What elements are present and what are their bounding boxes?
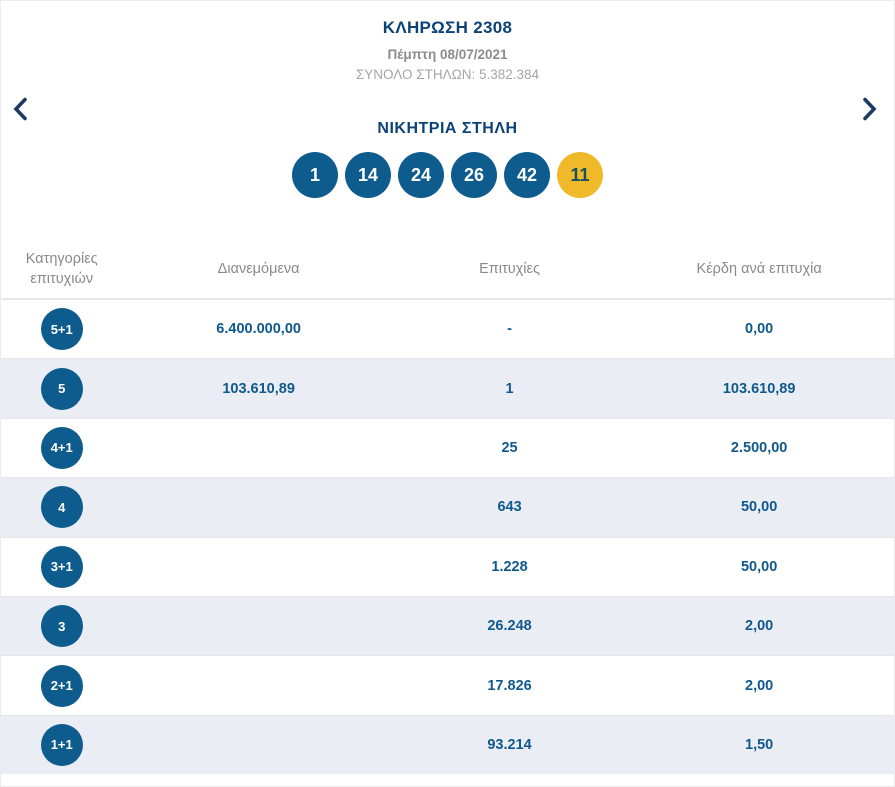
winners-value: - — [507, 321, 512, 338]
winners-value: 26.248 — [487, 618, 532, 635]
category-badge: 4+1 — [40, 426, 83, 469]
table-row: 4 643 50,00 — [1, 477, 894, 537]
header-distributed: Διανεμόμενα — [217, 260, 300, 277]
header-winners: Επιτυχίες — [479, 260, 540, 277]
winners-value: 1 — [505, 380, 514, 397]
category-badge: 2+1 — [40, 664, 83, 707]
prizes-table: Κατηγορίες επιτυχιών Διανεμόμενα Επιτυχί… — [1, 241, 894, 775]
category-badge: 1+1 — [40, 723, 83, 766]
category-badge: 3 — [40, 605, 83, 648]
prize-value: 50,00 — [740, 499, 778, 516]
winners-value: 643 — [497, 499, 522, 516]
distributed-value: 103.610,89 — [222, 380, 295, 397]
next-draw-button[interactable] — [854, 95, 884, 125]
number-ball: 42 — [504, 152, 550, 198]
category-badge: 5+1 — [40, 308, 83, 351]
winners-value: 25 — [501, 439, 518, 456]
winners-value: 1.228 — [491, 558, 528, 575]
draw-date: Πέμπτη 08/07/2021 — [387, 47, 508, 62]
table-row: 1+1 93.214 1,50 — [1, 714, 894, 775]
number-ball: 1 — [292, 152, 338, 198]
table-row: 4+1 25 2.500,00 — [1, 417, 894, 477]
previous-draw-button[interactable] — [5, 95, 35, 125]
number-ball: 24 — [398, 152, 444, 198]
category-badge: 4 — [40, 486, 83, 529]
number-ball: 26 — [451, 152, 497, 198]
table-row: 5 103.610,89 1 103.610,89 — [1, 358, 894, 418]
draw-header: ΚΛΗΡΩΣΗ 2308 Πέμπτη 08/07/2021 ΣΥΝΟΛΟ ΣΤ… — [1, 1, 894, 82]
category-badge: 5 — [40, 367, 83, 410]
table-row: 3+1 1.228 50,00 — [1, 536, 894, 596]
prize-value: 0,00 — [745, 321, 774, 338]
prize-value: 2,00 — [745, 618, 774, 635]
winning-numbers: 1 14 24 26 42 11 — [1, 152, 894, 198]
table-row: 5+1 6.400.000,00 - 0,00 — [1, 299, 894, 358]
distributed-value: 6.400.000,00 — [216, 321, 301, 338]
table-row: 3 26.248 2,00 — [1, 595, 894, 656]
winners-value: 17.826 — [487, 677, 532, 694]
prize-value: 50,00 — [740, 558, 778, 575]
prize-value: 2,00 — [745, 677, 774, 694]
total-columns: ΣΥΝΟΛΟ ΣΤΗΛΩΝ: 5.382.384 — [355, 67, 540, 82]
draw-results-page: ΚΛΗΡΩΣΗ 2308 Πέμπτη 08/07/2021 ΣΥΝΟΛΟ ΣΤ… — [0, 0, 895, 787]
draw-title: ΚΛΗΡΩΣΗ 2308 — [382, 18, 513, 37]
table-row: 2+1 17.826 2,00 — [1, 655, 894, 714]
chevron-right-icon — [862, 97, 877, 124]
prize-value: 2.500,00 — [730, 439, 788, 456]
chevron-left-icon — [13, 97, 28, 124]
winning-column-title: ΝΙΚΗΤΡΙΑ ΣΤΗΛΗ — [377, 120, 518, 137]
table-header-row: Κατηγορίες επιτυχιών Διανεμόμενα Επιτυχί… — [1, 241, 894, 299]
category-badge: 3+1 — [40, 545, 83, 588]
header-categories: Κατηγορίες επιτυχιών — [25, 250, 98, 287]
number-ball: 14 — [345, 152, 391, 198]
header-prize: Κέρδη ανά επιτυχία — [696, 260, 822, 277]
winners-value: 93.214 — [487, 736, 532, 753]
joker-ball: 11 — [557, 152, 603, 198]
prize-value: 1,50 — [745, 736, 774, 753]
prize-value: 103.610,89 — [722, 380, 796, 397]
